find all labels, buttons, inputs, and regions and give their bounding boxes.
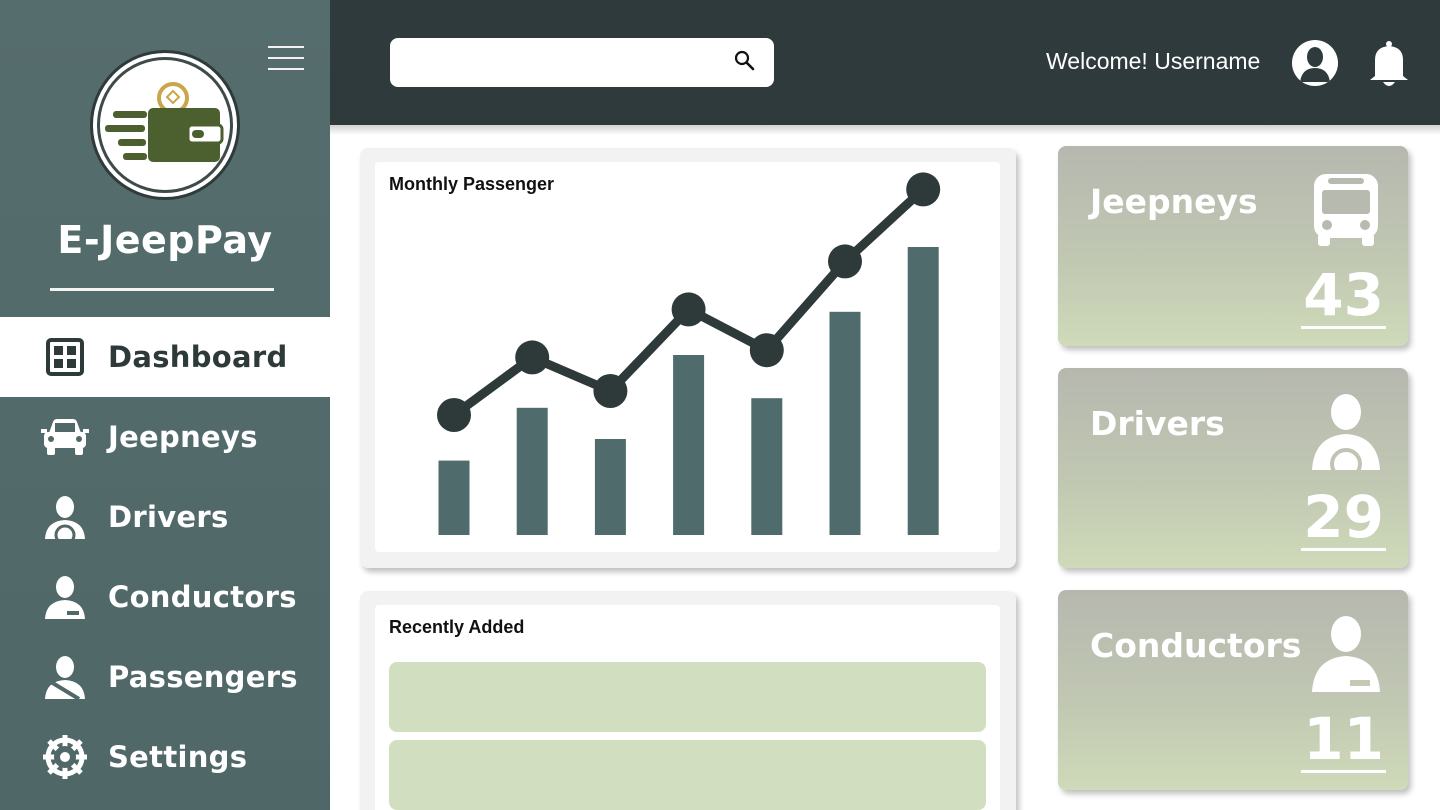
search-icon[interactable]	[734, 50, 756, 72]
chart-bar	[594, 439, 626, 535]
recent-card: Recently Added	[375, 605, 1000, 810]
passenger-icon	[40, 652, 90, 702]
app-name: E-JeepPay	[57, 218, 273, 262]
stat-title: Drivers	[1090, 404, 1225, 443]
chart-panel: Monthly Passenger	[360, 148, 1016, 568]
divider	[50, 288, 274, 291]
sidebar-item-label: Jeepneys	[108, 420, 258, 454]
sidebar-item-label: Drivers	[108, 500, 229, 534]
sidebar-item-label: Settings	[108, 740, 248, 774]
driver-icon	[40, 492, 90, 542]
car-icon	[40, 412, 90, 462]
conductor-icon	[40, 572, 90, 622]
stat-title: Jeepneys	[1090, 182, 1258, 221]
stat-card-jeepneys[interactable]: Jeepneys 43	[1058, 146, 1408, 346]
chart-point	[906, 172, 941, 207]
stat-card-drivers[interactable]: Drivers 29	[1058, 368, 1408, 568]
search-box[interactable]	[390, 38, 774, 87]
recent-title: Recently Added	[389, 617, 525, 637]
chart-point	[749, 333, 784, 368]
search-input[interactable]	[404, 48, 724, 77]
avatar-icon[interactable]	[1292, 40, 1338, 86]
wallet-icon	[105, 82, 224, 162]
gear-icon	[40, 732, 90, 782]
sidebar-item-label: Dashboard	[108, 340, 288, 374]
bus-icon	[1314, 174, 1378, 246]
stat-value: 11	[1301, 705, 1386, 773]
chart-bar	[907, 247, 939, 535]
chart-bar	[751, 398, 783, 535]
sidebar-item-dashboard[interactable]: Dashboard	[0, 317, 330, 397]
top-bar-shadow	[330, 125, 1440, 135]
chart-point	[593, 374, 628, 408]
chart-point	[437, 398, 471, 432]
list-item[interactable]	[389, 662, 986, 732]
sidebar-item-drivers[interactable]: Drivers	[0, 477, 330, 557]
stat-value: 43	[1301, 261, 1386, 329]
bell-icon[interactable]	[1367, 40, 1411, 88]
sidebar-item-settings[interactable]: Settings	[0, 717, 330, 797]
welcome-text: Welcome! Username	[1046, 48, 1261, 74]
recent-panel: Recently Added	[360, 591, 1016, 810]
monthly-passenger-chart	[437, 172, 941, 535]
sidebar-item-passengers[interactable]: Passengers	[0, 637, 330, 717]
stat-value: 29	[1301, 483, 1386, 551]
chart-point	[671, 292, 706, 327]
chart-bar	[438, 460, 470, 535]
list-item[interactable]	[389, 740, 986, 810]
stat-title: Conductors	[1090, 626, 1302, 665]
chart-card: Monthly Passenger	[375, 162, 1000, 552]
menu-icon[interactable]	[268, 46, 304, 72]
chart-bar	[516, 407, 548, 535]
chart-point	[515, 340, 550, 375]
chart-bar	[673, 355, 705, 535]
stat-card-conductors[interactable]: Conductors 11	[1058, 590, 1408, 790]
chart-point	[828, 244, 862, 279]
sidebar-nav: Dashboard Jeepneys Drivers Conductors Pa…	[0, 317, 330, 797]
conductor-icon	[1312, 616, 1380, 692]
logo	[90, 50, 240, 200]
sidebar-item-jeepneys[interactable]: Jeepneys	[0, 397, 330, 477]
sidebar-item-label: Passengers	[108, 660, 298, 694]
sidebar-item-conductors[interactable]: Conductors	[0, 557, 330, 637]
driver-icon	[1312, 394, 1380, 470]
sidebar: E-JeepPay Dashboard Jeepneys Drivers Con…	[0, 0, 330, 810]
chart-bar	[829, 311, 861, 535]
dashboard-icon	[40, 332, 90, 382]
sidebar-item-label: Conductors	[108, 580, 297, 614]
